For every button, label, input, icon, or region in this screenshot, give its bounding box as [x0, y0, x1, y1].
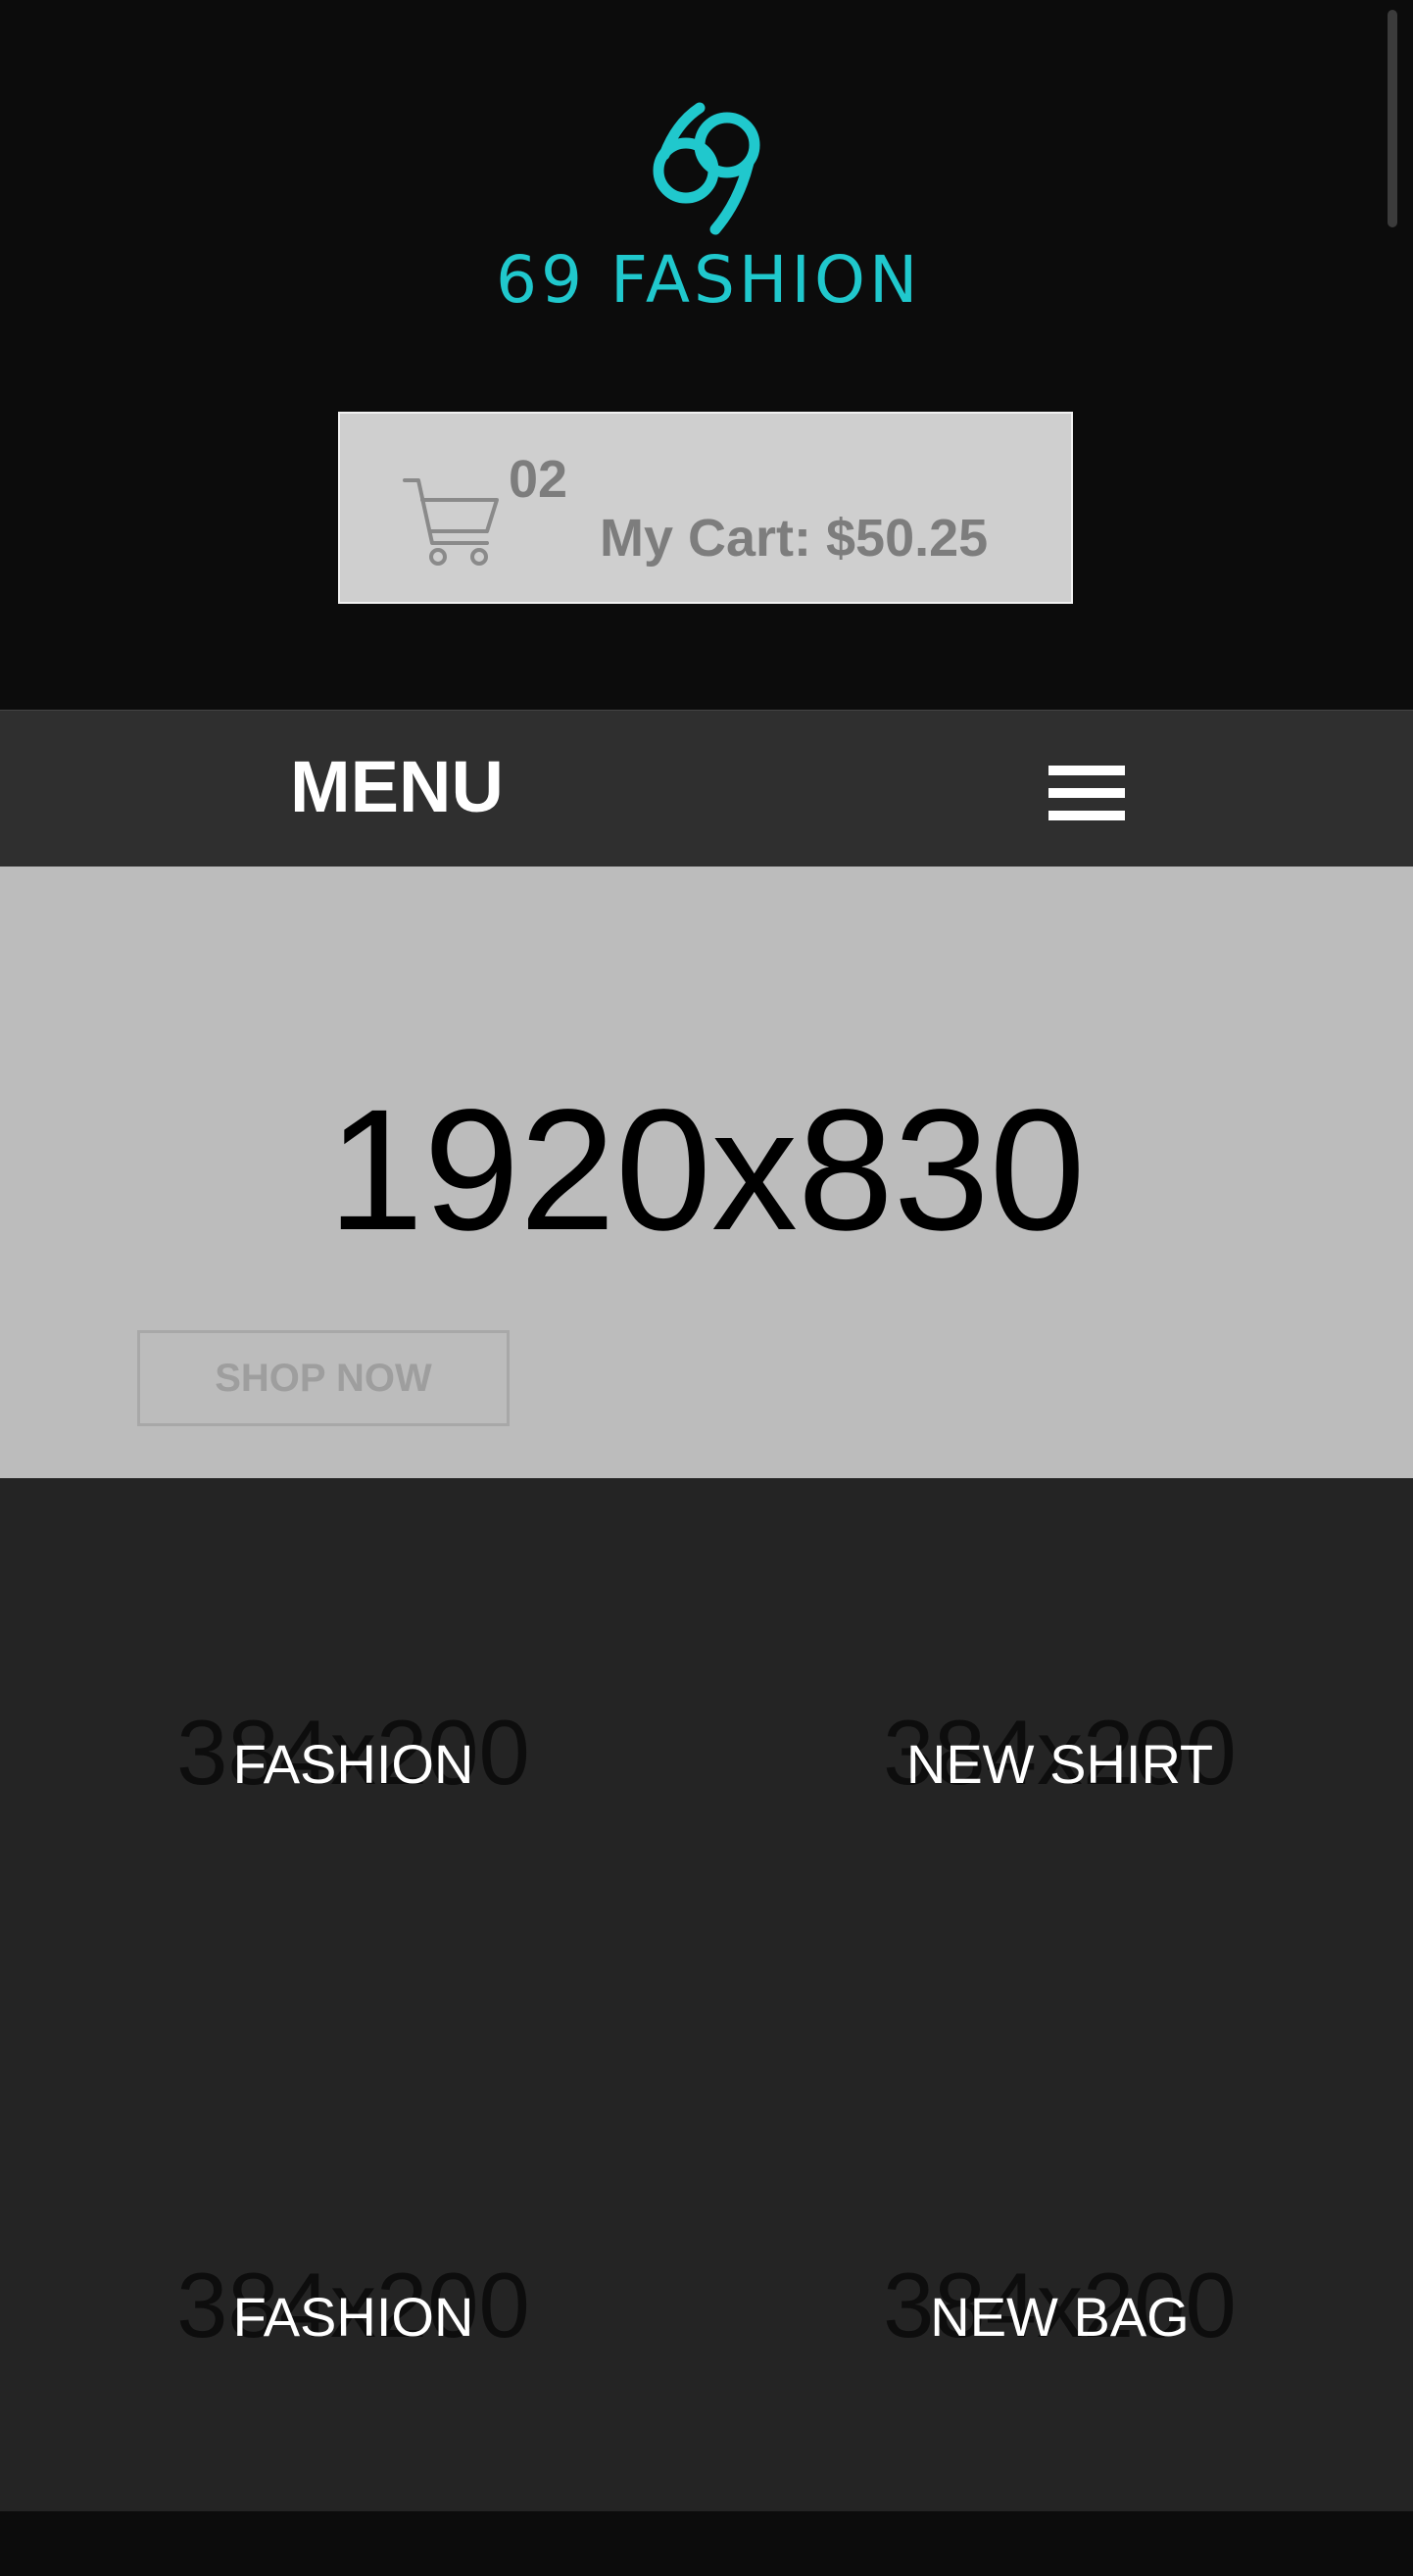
category-grid: 384x200 FASHION 384x200 NEW SHIRT 384x20… — [0, 1478, 1413, 2511]
category-tile-new-shirt[interactable]: 384x200 NEW SHIRT — [706, 1478, 1413, 2027]
logo-wordmark: 69 FASHION — [496, 242, 922, 318]
category-tile-fashion-2[interactable]: 384x200 FASHION — [0, 2027, 706, 2576]
site-header: 69 FASHION 02 My Cart: $50.25 — [0, 0, 1413, 710]
category-label: NEW SHIRT — [905, 1733, 1214, 1795]
shop-now-button[interactable]: SHOP NOW — [137, 1330, 510, 1426]
logo-mark-icon — [653, 102, 760, 235]
page-scrollbar[interactable] — [1388, 10, 1397, 227]
cart-count-badge: 02 — [509, 450, 568, 509]
category-tile-new-bag[interactable]: 384x200 NEW BAG — [706, 2027, 1413, 2576]
category-label: FASHION — [232, 1733, 474, 1795]
category-label: FASHION — [232, 2286, 474, 2348]
hero-banner: 1920x830 SHOP NOW — [0, 867, 1413, 1478]
cart-icon — [403, 478, 499, 566]
hero-image-placeholder: 1920x830 — [327, 1074, 1086, 1266]
category-label: NEW BAG — [930, 2286, 1190, 2348]
category-tile-fashion[interactable]: 384x200 FASHION — [0, 1478, 706, 2027]
menu-label[interactable]: MENU — [290, 748, 504, 826]
brand-logo[interactable]: 69 FASHION — [496, 94, 917, 322]
hamburger-icon[interactable] — [1048, 766, 1125, 820]
menu-bar: MENU — [0, 710, 1413, 867]
cart-button[interactable]: 02 My Cart: $50.25 — [338, 412, 1073, 604]
cart-total-label: My Cart: $50.25 — [600, 509, 989, 568]
